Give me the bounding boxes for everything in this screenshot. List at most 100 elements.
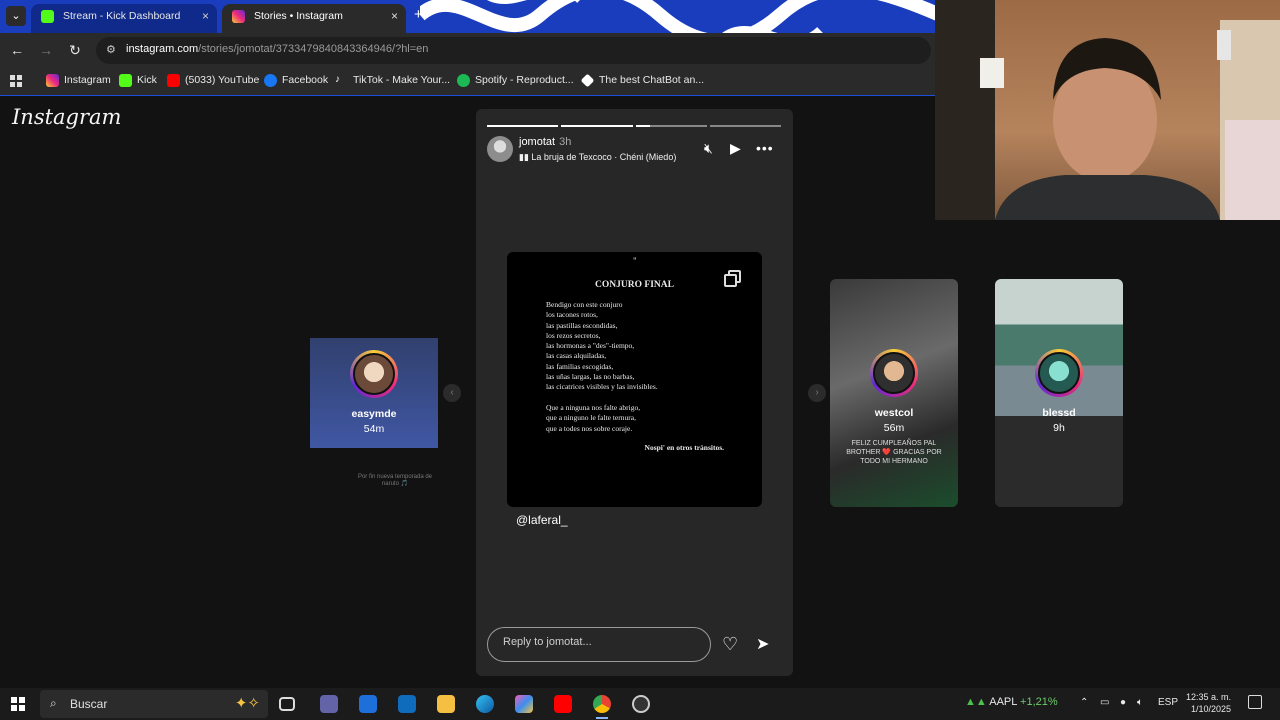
- story-author[interactable]: jomotat 3h: [519, 136, 571, 148]
- kick-icon: [119, 74, 132, 87]
- youtube-app-icon[interactable]: [554, 695, 572, 713]
- bookmark-chatbot[interactable]: The best ChatBot an...: [580, 73, 704, 88]
- clock-date: 1/10/2025: [1190, 704, 1232, 714]
- bookmark-spotify[interactable]: Spotify - Reproduct...: [457, 74, 574, 87]
- story-preview-blessd[interactable]: blessd 9h: [995, 279, 1123, 507]
- webcam-overlay: [935, 0, 1280, 220]
- outlook-icon[interactable]: [398, 695, 416, 713]
- tab-kick-dashboard[interactable]: Stream - Kick Dashboard ×: [31, 4, 217, 33]
- sparkle-icon: ✦✧: [234, 695, 260, 712]
- stock-symbol: AAPL: [989, 696, 1017, 708]
- tab-strip: ⌄ Stream - Kick Dashboard × Stories • In…: [0, 0, 935, 33]
- previous-story-arrow-icon[interactable]: ‹: [443, 384, 461, 402]
- facebook-icon: [264, 74, 277, 87]
- story-time: 56m: [883, 422, 905, 434]
- more-options-icon[interactable]: •••: [756, 140, 774, 156]
- stock-change: +1,21%: [1020, 696, 1058, 708]
- post-signature: Nospi' en otros tránsitos.: [644, 443, 724, 452]
- story-username: westcol: [874, 407, 914, 419]
- tab-label: Stream - Kick Dashboard: [63, 10, 181, 22]
- taskbar-search[interactable]: ⌕ Buscar ✦✧: [40, 690, 268, 718]
- reply-input[interactable]: [503, 636, 693, 648]
- post-poem: Bendigo con este conjuro los tacones rot…: [546, 300, 658, 433]
- story-post-image[interactable]: " CONJURO FINAL Bendigo con este conjuro…: [507, 252, 762, 507]
- mention-sticker[interactable]: @laferal_: [516, 513, 568, 527]
- story-username: easymde: [351, 408, 397, 420]
- tiktok-icon: ♪: [335, 74, 340, 85]
- instagram-logo[interactable]: Instagram: [12, 105, 121, 129]
- apps-grid-icon[interactable]: [10, 75, 23, 88]
- mute-icon[interactable]: 🔇︎: [704, 140, 713, 157]
- clock[interactable]: 12:35 a. m. 1/10/2025: [1186, 691, 1231, 715]
- youtube-icon: [167, 74, 180, 87]
- bookmarks-bar: Instagram Kick (5033) YouTube Facebook ♪…: [0, 68, 935, 96]
- theme-pattern: [420, 0, 935, 33]
- instagram-icon: [46, 74, 59, 87]
- browser-window: ⌄ Stream - Kick Dashboard × Stories • In…: [0, 0, 1280, 688]
- story-preview-westcol[interactable]: westcol 56m FELIZ CUMPLEAÑOS PAL BROTHER…: [830, 279, 958, 507]
- notifications-icon[interactable]: [1248, 695, 1262, 709]
- progress-segment: [635, 125, 707, 127]
- quote-mark: ": [633, 256, 637, 266]
- story-preview-easymde[interactable]: easymde 54m Por fin nueva temporada de n…: [310, 278, 438, 508]
- avatar[interactable]: [487, 136, 513, 162]
- progress-segment: [561, 125, 633, 127]
- tab-instagram-stories[interactable]: Stories • Instagram ×: [222, 4, 406, 33]
- url-text[interactable]: instagram.com/stories/jomotat/3733479840…: [126, 43, 428, 55]
- store-icon[interactable]: [359, 695, 377, 713]
- forward-arrow-icon[interactable]: →: [38, 42, 54, 58]
- windows-start-icon[interactable]: [11, 697, 25, 711]
- copilot-icon[interactable]: [515, 695, 533, 713]
- windows-taskbar: ⌕ Buscar ✦✧ ▲▲ AAPL +1,21% ⌃ ▭ ● 🔈︎ ESP …: [0, 688, 1280, 720]
- browser-toolbar: ← → ↻ ⚙ instagram.com/stories/jomotat/37…: [0, 33, 935, 68]
- chrome-active-indicator: [596, 717, 608, 719]
- stock-widget[interactable]: ▲▲ AAPL +1,21%: [965, 696, 1058, 708]
- volume-icon[interactable]: 🔈︎: [1137, 697, 1143, 708]
- post-title: CONJURO FINAL: [595, 280, 674, 290]
- network-icon[interactable]: ▭: [1100, 697, 1109, 708]
- bookmark-facebook[interactable]: Facebook: [264, 74, 328, 87]
- story-caption: Por fin nueva temporada de naruto 🎵: [357, 474, 433, 487]
- webcam-person-image: [935, 0, 1280, 220]
- file-explorer-icon[interactable]: [437, 695, 455, 713]
- instagram-favicon-icon: [232, 10, 245, 23]
- bookmark-kick[interactable]: Kick: [119, 74, 157, 87]
- avatar-easymde: [350, 350, 398, 398]
- tab-label: Stories • Instagram: [254, 10, 343, 22]
- story-progress-bars: [487, 125, 781, 127]
- reply-box[interactable]: [487, 627, 711, 662]
- language-indicator[interactable]: ESP: [1158, 697, 1178, 708]
- search-icon: ⌕: [50, 696, 57, 710]
- progress-segment: [487, 125, 559, 127]
- bookmark-youtube[interactable]: (5033) YouTube: [167, 74, 259, 87]
- close-tab-icon[interactable]: ×: [391, 4, 398, 29]
- address-bar[interactable]: ⚙ instagram.com/stories/jomotat/37334798…: [96, 37, 931, 64]
- bookmark-instagram[interactable]: Instagram: [46, 74, 111, 87]
- story-music[interactable]: ▮▮ La bruja de Texcoco · Chéni (Miedo): [519, 152, 676, 163]
- clock-time: 12:35 a. m.: [1186, 692, 1232, 702]
- task-view-icon[interactable]: [279, 697, 295, 711]
- story-viewer: jomotat 3h ▮▮ La bruja de Texcoco · Chéni…: [476, 109, 793, 676]
- new-tab-icon[interactable]: +: [414, 6, 423, 23]
- search-label: Buscar: [70, 697, 108, 711]
- play-icon[interactable]: ▶: [730, 140, 741, 157]
- chrome-icon[interactable]: [593, 695, 611, 713]
- close-tab-icon[interactable]: ×: [202, 4, 209, 29]
- teams-icon[interactable]: [320, 695, 338, 713]
- avatar-westcol: [870, 349, 918, 397]
- obs-icon[interactable]: [632, 695, 650, 713]
- show-hidden-icons-icon[interactable]: ⌃: [1080, 697, 1088, 708]
- microphone-icon[interactable]: ●: [1120, 697, 1126, 708]
- send-icon[interactable]: ➤: [756, 634, 769, 654]
- kick-favicon-icon: [41, 10, 54, 23]
- tab-search-button[interactable]: ⌄: [6, 6, 26, 26]
- site-settings-icon[interactable]: ⚙: [106, 43, 120, 57]
- heart-icon[interactable]: ♡: [722, 634, 738, 655]
- back-arrow-icon[interactable]: ←: [9, 42, 25, 58]
- edge-icon[interactable]: [476, 695, 494, 713]
- story-time: 9h: [1053, 422, 1065, 434]
- reload-icon[interactable]: ↻: [67, 42, 83, 58]
- next-story-arrow-icon[interactable]: ›: [808, 384, 826, 402]
- spotify-icon: [457, 74, 470, 87]
- bookmark-tiktok[interactable]: ♪ TikTok - Make Your...: [335, 74, 450, 86]
